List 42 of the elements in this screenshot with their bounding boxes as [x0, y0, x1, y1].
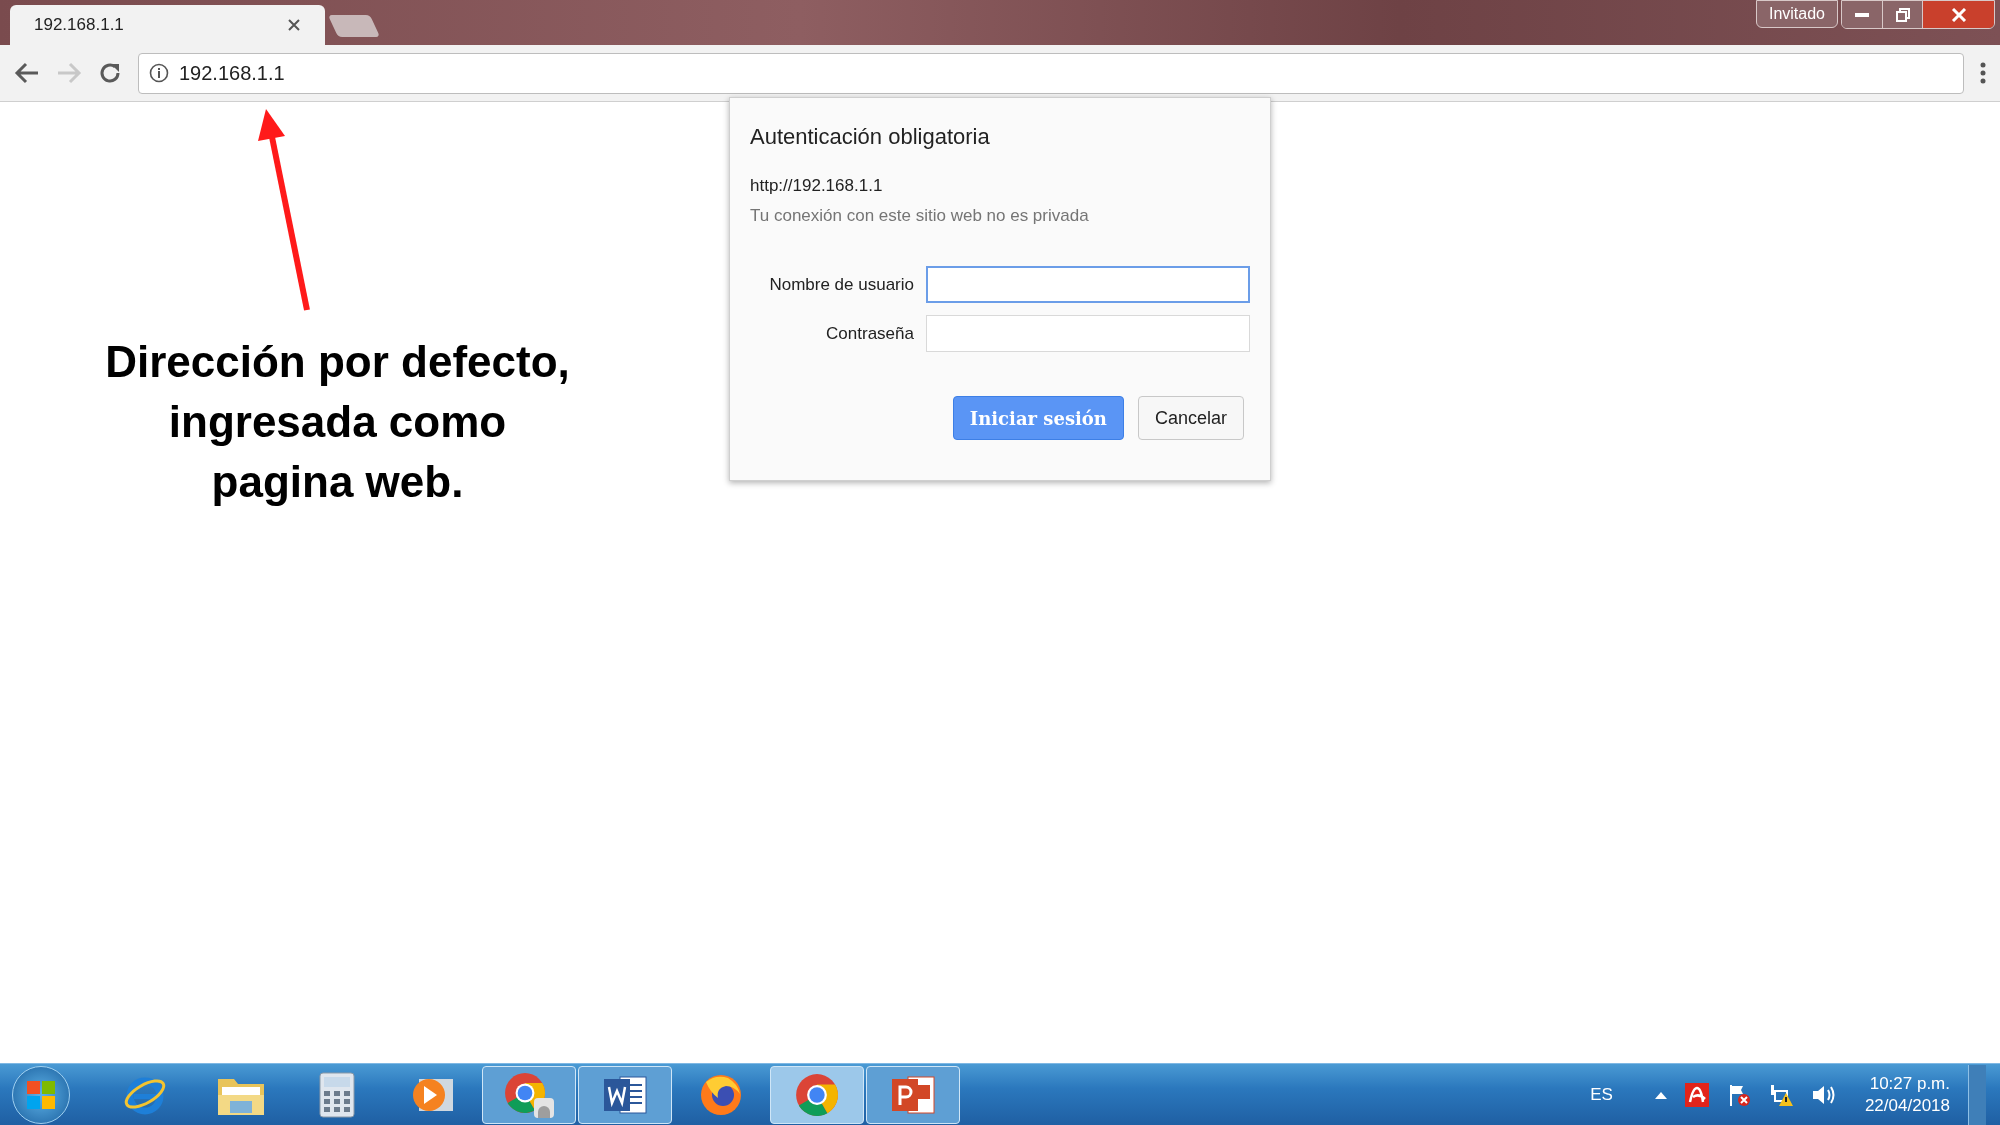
reload-icon[interactable] [98, 61, 122, 85]
input-field[interactable] [926, 266, 1250, 303]
close-icon[interactable] [287, 18, 301, 32]
restore-button[interactable] [1882, 1, 1922, 28]
chrome-user-icon [504, 1071, 554, 1118]
clock[interactable]: 10:27 p.m. 22/04/2018 [1864, 1072, 1950, 1117]
network-warning-icon[interactable] [1768, 1082, 1793, 1107]
taskbar-app-button[interactable] [770, 1065, 864, 1124]
chrome-icon [795, 1072, 839, 1117]
browser-tab[interactable]: 192.168.1.1 [10, 5, 325, 45]
site-url: http://192.168.1.1 [750, 175, 884, 197]
clock-time: 10:27 p.m. [1869, 1072, 1950, 1095]
back-arrow-icon[interactable] [14, 62, 40, 84]
cancel-button[interactable]: Cancelar [1137, 396, 1244, 440]
minimize-icon [1855, 12, 1869, 17]
restore-icon [1895, 7, 1910, 22]
info-icon [149, 63, 169, 83]
taskbar-app-button[interactable] [578, 1065, 672, 1124]
language-indicator[interactable]: ES [1590, 1081, 1613, 1108]
address-text: 192.168.1.1 [179, 61, 285, 86]
field-label: Nombre de usuario [768, 273, 914, 296]
annotation-text: Dirección por defecto, ingresada como pagina web. [104, 336, 571, 508]
taskbar-app-button[interactable] [866, 1065, 960, 1124]
minimize-button[interactable] [1842, 1, 1882, 28]
menu-icon[interactable] [1980, 62, 1986, 84]
dialog-title: Autenticación obligatoria [750, 123, 991, 151]
windows-logo-icon [26, 1079, 56, 1110]
taskbar-app-button[interactable] [482, 1065, 576, 1124]
close-icon [1950, 7, 1967, 22]
caret-up-icon[interactable] [1654, 1090, 1667, 1099]
new-tab-button[interactable] [327, 15, 381, 37]
clock-date: 22/04/2018 [1864, 1094, 1950, 1117]
privacy-note: Tu conexión con este sitio web no es privada [750, 204, 1090, 227]
tab-title: 192.168.1.1 [34, 14, 124, 37]
calculator-icon [319, 1071, 355, 1118]
profile-button[interactable]: Invitado [1755, 0, 1838, 28]
sign-in-button[interactable]: Iniciar sesión [952, 396, 1124, 440]
antivirus-icon[interactable] [1684, 1082, 1709, 1107]
close-window-button[interactable] [1922, 1, 1994, 28]
address-bar[interactable]: 192.168.1.1 [138, 52, 1964, 94]
field-label: Contraseña [825, 322, 914, 345]
speaker-icon[interactable] [1810, 1083, 1837, 1106]
